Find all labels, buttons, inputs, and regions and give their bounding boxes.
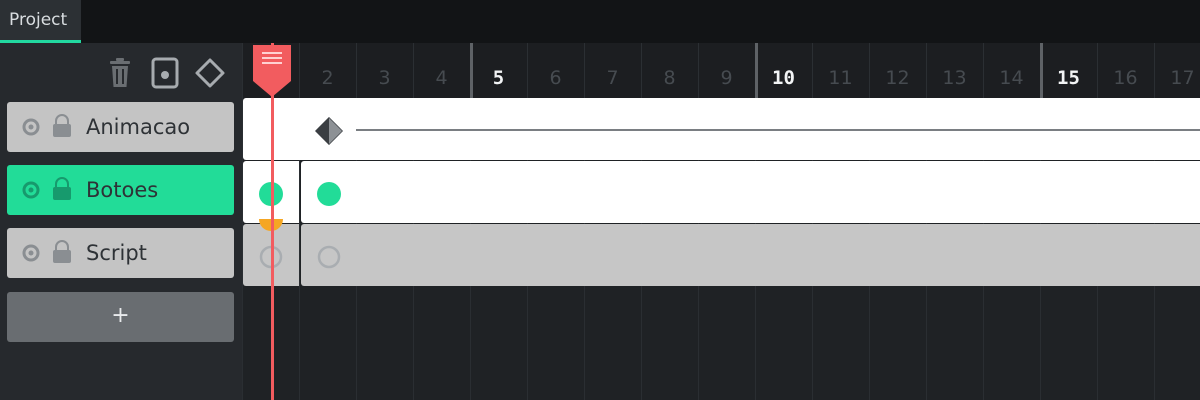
- ruler-frame-number: 3: [378, 67, 391, 89]
- keyframe-diamond-icon[interactable]: [315, 117, 343, 145]
- lock-icon[interactable]: [50, 240, 74, 264]
- lock-icon[interactable]: [50, 177, 74, 201]
- layer-name: Script: [86, 241, 147, 265]
- ruler-frame-number: 13: [942, 67, 967, 89]
- tab-bar: Project: [0, 0, 1200, 43]
- tween-line: [356, 129, 1200, 131]
- layer-name: Animacao: [86, 115, 191, 139]
- eye-icon[interactable]: [22, 244, 40, 262]
- playhead-handle[interactable]: [252, 43, 292, 98]
- frame-icon[interactable]: [149, 57, 181, 89]
- ruler-frame-number: 12: [885, 67, 910, 89]
- ruler-frame-number: 7: [606, 67, 619, 89]
- empty-keyframe-icon[interactable]: [317, 245, 341, 269]
- trash-icon[interactable]: [104, 57, 136, 89]
- lock-icon[interactable]: [50, 114, 74, 138]
- frame-ruler[interactable]: 2 3 4 5 6 7 8 9 10 11 12 13 14 15 16 17: [242, 43, 1200, 98]
- track-script-span[interactable]: [301, 224, 1200, 286]
- ruler-frame-number: 10: [772, 67, 795, 89]
- track-botoes-span[interactable]: [301, 161, 1200, 223]
- ruler-frame-number: 17: [1170, 67, 1195, 89]
- ruler-frame-number: 15: [1057, 67, 1080, 89]
- ruler-frame-number: 8: [663, 67, 676, 89]
- keyframe-dot-icon[interactable]: [316, 181, 342, 207]
- ruler-frame-number: 2: [321, 67, 334, 89]
- layer-panel: Animacao Botoes Script +: [0, 43, 242, 400]
- diamond-icon[interactable]: [194, 57, 226, 89]
- tab-project[interactable]: Project: [0, 0, 81, 43]
- add-layer-button[interactable]: +: [7, 292, 234, 342]
- tab-project-label: Project: [9, 10, 68, 30]
- layer-name: Botoes: [86, 178, 159, 202]
- ruler-frame-number: 4: [435, 67, 448, 89]
- ruler-frame-number: 16: [1113, 67, 1138, 89]
- ruler-frame-number: 6: [549, 67, 562, 89]
- ruler-frame-number: 5: [492, 67, 505, 89]
- layer-row-animacao[interactable]: Animacao: [7, 102, 234, 152]
- ruler-frame-number: 14: [999, 67, 1024, 89]
- eye-icon[interactable]: [22, 118, 40, 136]
- eye-icon[interactable]: [22, 181, 40, 199]
- timeline[interactable]: 2 3 4 5 6 7 8 9 10 11 12 13 14 15 16 17: [242, 43, 1200, 400]
- ruler-frame-number: 11: [828, 67, 853, 89]
- layer-row-botoes[interactable]: Botoes: [7, 165, 234, 215]
- layer-row-script[interactable]: Script: [7, 228, 234, 278]
- ruler-frame-number: 9: [720, 67, 733, 89]
